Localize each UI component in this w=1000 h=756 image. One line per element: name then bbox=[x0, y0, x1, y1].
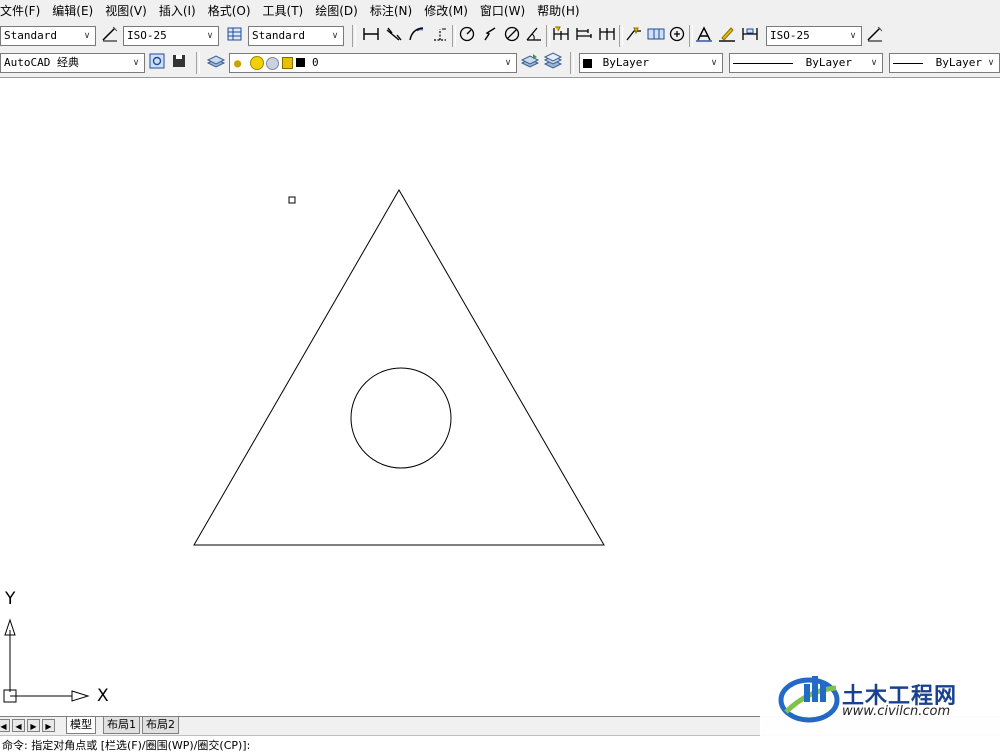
menu-edit[interactable]: 编辑(E) bbox=[46, 0, 99, 22]
layer-states-icon[interactable] bbox=[542, 52, 564, 74]
layer-viewport-icon bbox=[266, 57, 279, 70]
workspace-value: AutoCAD 经典 bbox=[4, 56, 79, 69]
ordinate-dim-icon[interactable] bbox=[429, 25, 451, 47]
linetype-sample bbox=[733, 62, 793, 64]
menu-draw[interactable]: 绘图(D) bbox=[309, 0, 364, 22]
drawing-svg bbox=[3, 189, 605, 703]
dim-edit-icon[interactable] bbox=[693, 25, 715, 47]
command-line-text: 命令: 指定对角点或 [栏选(F)/圈围(WP)/圈交(CP)]: bbox=[2, 739, 251, 752]
tolerance-icon[interactable] bbox=[645, 25, 667, 47]
triangle-shape[interactable] bbox=[193, 189, 605, 546]
layer-select[interactable]: ● 0 ∨ bbox=[229, 53, 517, 73]
styles-toolbar: Standard ∨ ISO-25 ∨ Standard ∨ ISO-25 ∨ bbox=[0, 22, 1000, 51]
watermark-logo: 土木工程网 www.civilcn.com bbox=[760, 654, 1000, 755]
menu-view[interactable]: 视图(V) bbox=[99, 0, 153, 22]
menu-format[interactable]: 格式(O) bbox=[202, 0, 257, 22]
layer-color-swatch bbox=[296, 58, 305, 67]
chevron-down-icon: ∨ bbox=[202, 27, 218, 45]
dim-style-value-2: ISO-25 bbox=[770, 29, 810, 42]
watermark-url: www.civilcn.com bbox=[842, 704, 951, 719]
menu-file[interactable]: 文件(F) bbox=[0, 0, 46, 22]
baseline-dim-icon[interactable] bbox=[573, 25, 595, 47]
menu-insert[interactable]: 插入(I) bbox=[153, 0, 202, 22]
toolbar-separator bbox=[196, 52, 200, 74]
chevron-down-icon: ∨ bbox=[327, 27, 343, 45]
layer-thaw-icon bbox=[250, 56, 264, 70]
ucs-x-label: X bbox=[97, 686, 109, 706]
civilcn-logo-icon bbox=[778, 676, 840, 723]
first-tab-icon[interactable]: ◀ bbox=[0, 719, 10, 732]
diameter-dim-icon[interactable] bbox=[501, 25, 523, 47]
quick-dim-icon[interactable] bbox=[550, 25, 572, 47]
menu-window[interactable]: 窗口(W) bbox=[474, 0, 531, 22]
workspace-save-icon[interactable] bbox=[168, 52, 190, 74]
table-style-select[interactable]: Standard ∨ bbox=[248, 26, 344, 46]
lineweight-sample bbox=[893, 62, 923, 64]
dim-style-icon[interactable] bbox=[99, 25, 121, 47]
color-select[interactable]: ByLayer ∨ bbox=[579, 53, 723, 73]
leader-icon[interactable] bbox=[623, 25, 645, 47]
linear-dim-icon[interactable] bbox=[360, 25, 382, 47]
layer-on-icon: ● bbox=[234, 56, 242, 70]
chevron-down-icon: ∨ bbox=[500, 54, 516, 72]
jogged-dim-icon[interactable] bbox=[479, 25, 501, 47]
toolbar-separator bbox=[570, 52, 574, 74]
ucs-icon bbox=[3, 618, 90, 703]
linetype-select[interactable]: ByLayer ∨ bbox=[729, 53, 883, 73]
text-style-select[interactable]: Standard ∨ bbox=[0, 26, 96, 46]
center-mark-icon[interactable] bbox=[666, 25, 688, 47]
layers-toolbar: AutoCAD 经典 ∨ ● 0 ∨ ByLayer ∨ ByLayer ∨ B… bbox=[0, 50, 1000, 78]
angular-dim-icon[interactable] bbox=[523, 25, 545, 47]
color-swatch bbox=[583, 58, 592, 68]
dim-style-select[interactable]: ISO-25 ∨ bbox=[123, 26, 219, 46]
dim-update-icon[interactable] bbox=[739, 25, 761, 47]
menu-modify[interactable]: 修改(M) bbox=[418, 0, 474, 22]
continue-dim-icon[interactable] bbox=[596, 25, 618, 47]
chevron-down-icon: ∨ bbox=[983, 54, 999, 72]
table-style-icon[interactable] bbox=[224, 25, 246, 47]
dim-style-select-2[interactable]: ISO-25 ∨ bbox=[766, 26, 862, 46]
tab-layout1[interactable]: 布局1 bbox=[103, 717, 140, 734]
aligned-dim-icon[interactable] bbox=[383, 25, 405, 47]
layer-lock-icon bbox=[282, 57, 293, 69]
chevron-down-icon: ∨ bbox=[706, 54, 722, 72]
dim-text-edit-icon[interactable] bbox=[716, 25, 738, 47]
text-style-value: Standard bbox=[4, 29, 57, 42]
layer-previous-icon[interactable] bbox=[519, 52, 541, 74]
layer-name: 0 bbox=[312, 56, 319, 69]
circle-shape[interactable] bbox=[350, 367, 452, 469]
menu-dimension[interactable]: 标注(N) bbox=[364, 0, 418, 22]
workspace-settings-icon[interactable] bbox=[146, 52, 168, 74]
arc-length-icon[interactable] bbox=[406, 25, 428, 47]
tab-model[interactable]: 模型 bbox=[66, 717, 96, 734]
table-style-value: Standard bbox=[252, 29, 305, 42]
dim-style-icon[interactable] bbox=[864, 25, 886, 47]
menu-tools[interactable]: 工具(T) bbox=[257, 0, 310, 22]
dim-style-value: ISO-25 bbox=[127, 29, 167, 42]
pickbox-cursor bbox=[288, 196, 296, 204]
chevron-down-icon: ∨ bbox=[128, 54, 144, 72]
last-tab-icon[interactable]: ▶ bbox=[42, 719, 55, 732]
lineweight-select[interactable]: ByLayer ∨ bbox=[889, 53, 1000, 73]
next-tab-icon[interactable]: ▶ bbox=[27, 719, 40, 732]
tab-layout2[interactable]: 布局2 bbox=[142, 717, 179, 734]
lineweight-value: ByLayer bbox=[935, 56, 982, 69]
toolbar-separator bbox=[352, 25, 356, 47]
chevron-down-icon: ∨ bbox=[79, 27, 95, 45]
layer-manager-icon[interactable] bbox=[205, 52, 227, 74]
menu-bar: 文件(F) 编辑(E) 视图(V) 插入(I) 格式(O) 工具(T) 绘图(D… bbox=[0, 0, 1000, 22]
drawing-canvas[interactable]: Y X bbox=[0, 78, 1000, 718]
workspace-select[interactable]: AutoCAD 经典 ∨ bbox=[0, 53, 145, 73]
prev-tab-icon[interactable]: ◀ bbox=[12, 719, 25, 732]
ucs-y-label: Y bbox=[5, 589, 16, 609]
linetype-value: ByLayer bbox=[805, 56, 852, 69]
color-value: ByLayer bbox=[602, 56, 649, 69]
menu-help[interactable]: 帮助(H) bbox=[531, 0, 585, 22]
chevron-down-icon: ∨ bbox=[866, 54, 882, 72]
radius-dim-icon[interactable] bbox=[456, 25, 478, 47]
chevron-down-icon: ∨ bbox=[845, 27, 861, 45]
